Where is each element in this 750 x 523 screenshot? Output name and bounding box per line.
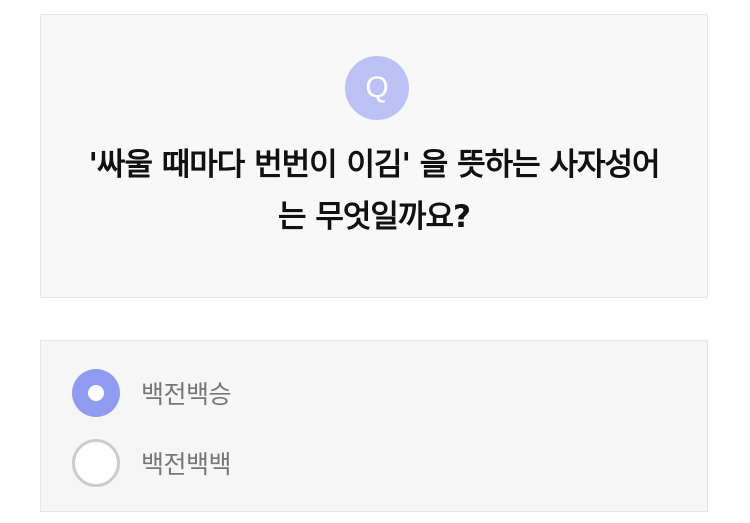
question-line-2: 는 무엇일까요?	[278, 199, 471, 235]
radio-button-unselected[interactable]	[72, 439, 120, 487]
answer-option-1[interactable]: 백전백승	[72, 369, 232, 417]
question-text: '싸울 때마다 번번이 이김' 을 뜻하는 사자성어 는 무엇일까요?	[41, 139, 707, 243]
answer-option-label: 백전백승	[141, 380, 232, 409]
radio-selected-dot	[88, 385, 104, 401]
answer-option-2[interactable]: 백전백백	[72, 439, 232, 487]
question-line-1: '싸울 때마다 번번이 이김' 을 뜻하는 사자성어	[88, 147, 660, 183]
question-card: Q '싸울 때마다 번번이 이김' 을 뜻하는 사자성어 는 무엇일까요?	[40, 14, 708, 298]
answer-options-card: 백전백승 백전백백	[40, 340, 708, 512]
question-badge: Q	[345, 56, 409, 120]
radio-button-selected[interactable]	[72, 369, 120, 417]
question-badge-letter: Q	[365, 71, 389, 104]
answer-option-label: 백전백백	[141, 450, 232, 479]
